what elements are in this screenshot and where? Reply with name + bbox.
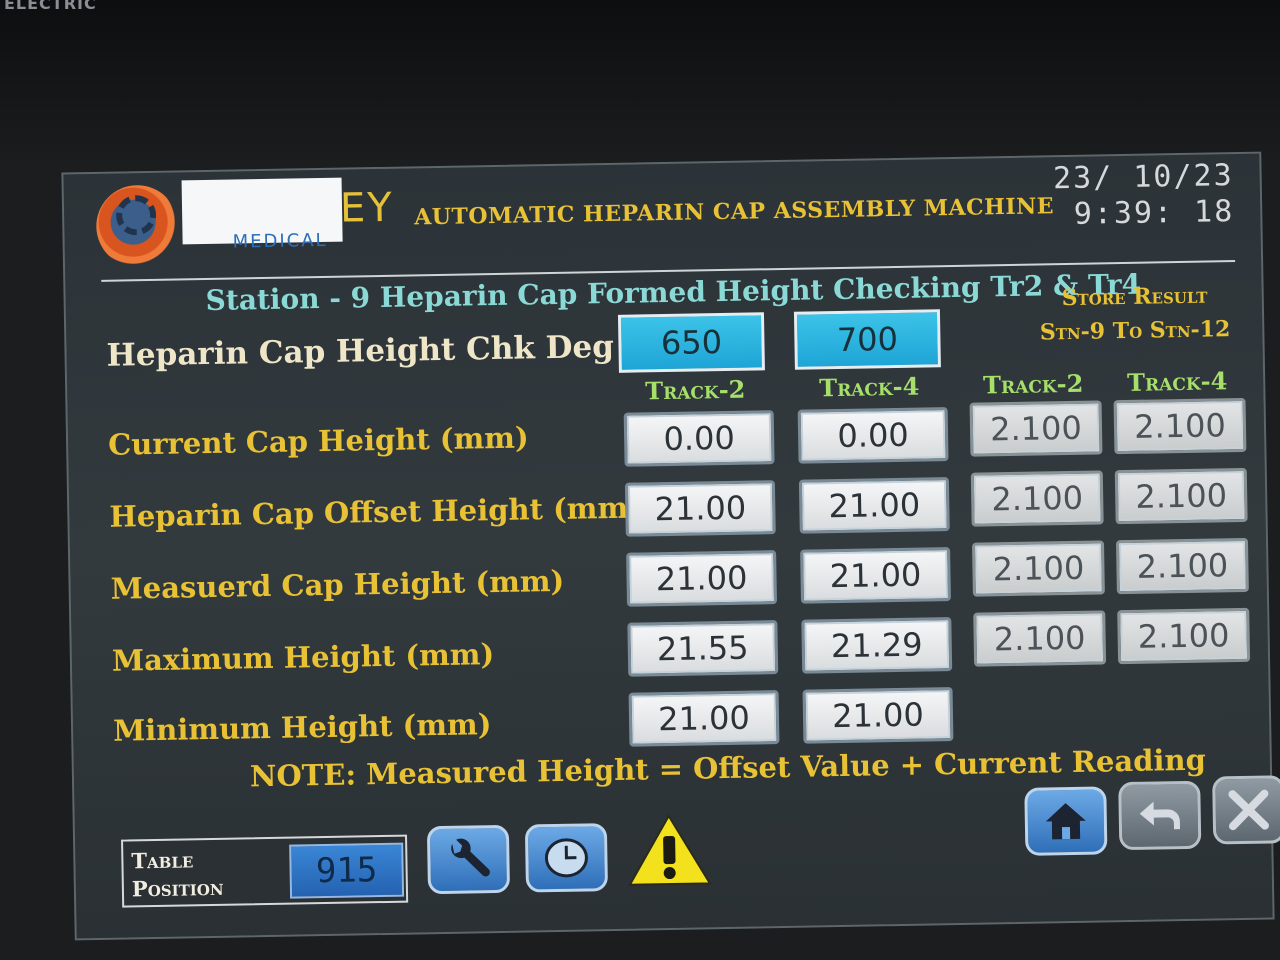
timer-button[interactable] (524, 823, 609, 893)
store-result-range: Stn-9 To Stn-12 (1039, 316, 1231, 346)
home-icon (1045, 803, 1086, 840)
wrench-icon (451, 838, 490, 877)
row-label-offset-height: Heparin Cap Offset Height (mm) (109, 490, 643, 534)
check-degree-track2-input[interactable]: 650 (617, 312, 765, 373)
logo-text: EY (339, 184, 395, 232)
close-button[interactable] (1212, 775, 1280, 845)
row-label-current-height: Current Cap Height (mm) (107, 420, 529, 462)
store-offset-track4: 2.100 (1114, 467, 1248, 525)
time-display: 9:39: 18 (1073, 194, 1235, 232)
minimum-height-track4[interactable]: 21.00 (802, 687, 954, 744)
device-bezel: ELECTRIC (0, 0, 1280, 160)
brand-corner-text: ELECTRIC (4, 0, 97, 13)
clock-icon (544, 838, 588, 878)
hmi-screen: EY MEDICAL AUTOMATIC HEPARIN CAP ASSEMBL… (61, 151, 1280, 941)
table-position-label-line1: Table (131, 847, 194, 874)
app-title: AUTOMATIC HEPARIN CAP ASSEMBLY MACHINE (413, 193, 1055, 231)
table-position-label-line2: Position (131, 874, 224, 902)
column-header-store-track4: Track-4 (1126, 366, 1228, 397)
current-height-track4: 0.00 (797, 407, 949, 464)
store-current-track2: 2.100 (969, 400, 1103, 457)
maximum-height-track2[interactable]: 21.55 (627, 620, 779, 677)
settings-button[interactable] (426, 824, 511, 895)
close-icon (1228, 789, 1269, 831)
column-header-store-track2: Track-2 (982, 368, 1084, 400)
formula-note: NOTE: Measured Height = Offset Value + C… (249, 742, 1207, 794)
warning-icon[interactable] (625, 811, 714, 889)
check-degree-label: Heparin Cap Height Chk Deg (106, 328, 615, 374)
store-offset-track2: 2.100 (970, 470, 1104, 527)
store-measured-track2: 2.100 (971, 540, 1105, 597)
table-position-value: 915 (289, 842, 405, 899)
store-current-track4: 2.100 (1113, 397, 1247, 455)
store-maximum-track2: 2.100 (973, 610, 1107, 667)
table-position-panel: Table Position 915 (121, 834, 409, 908)
row-label-maximum-height: Maximum Height (mm) (111, 637, 495, 678)
offset-height-track4[interactable]: 21.00 (798, 477, 950, 534)
column-header-track2: Track-2 (644, 374, 746, 406)
store-result-heading: Store Result Stn-9 To Stn-12 (1039, 278, 1231, 349)
home-button[interactable] (1024, 786, 1108, 856)
check-degree-track4-input[interactable]: 700 (793, 309, 941, 370)
back-button[interactable] (1118, 780, 1202, 851)
minimum-height-track2[interactable]: 21.00 (628, 690, 780, 747)
offset-height-track2[interactable]: 21.00 (624, 480, 776, 537)
measured-height-track2: 21.00 (626, 550, 778, 607)
row-label-measured-height: Measuerd Cap Height (mm) (110, 563, 565, 606)
row-label-minimum-height: Minimum Height (mm) (112, 707, 492, 748)
store-result-label: Store Result (1061, 282, 1208, 312)
date-display: 23/ 10/23 (1052, 158, 1234, 197)
current-height-track2: 0.00 (623, 410, 775, 467)
store-measured-track4: 2.100 (1115, 537, 1249, 595)
logo-subtext: MEDICAL (232, 229, 328, 253)
table-position-label: Table Position (131, 846, 224, 904)
column-header-track4: Track-4 (818, 371, 920, 403)
measured-height-track4: 21.00 (800, 547, 952, 604)
maximum-height-track4[interactable]: 21.29 (801, 617, 953, 674)
store-maximum-track4: 2.100 (1117, 607, 1251, 665)
back-icon (1139, 801, 1181, 830)
